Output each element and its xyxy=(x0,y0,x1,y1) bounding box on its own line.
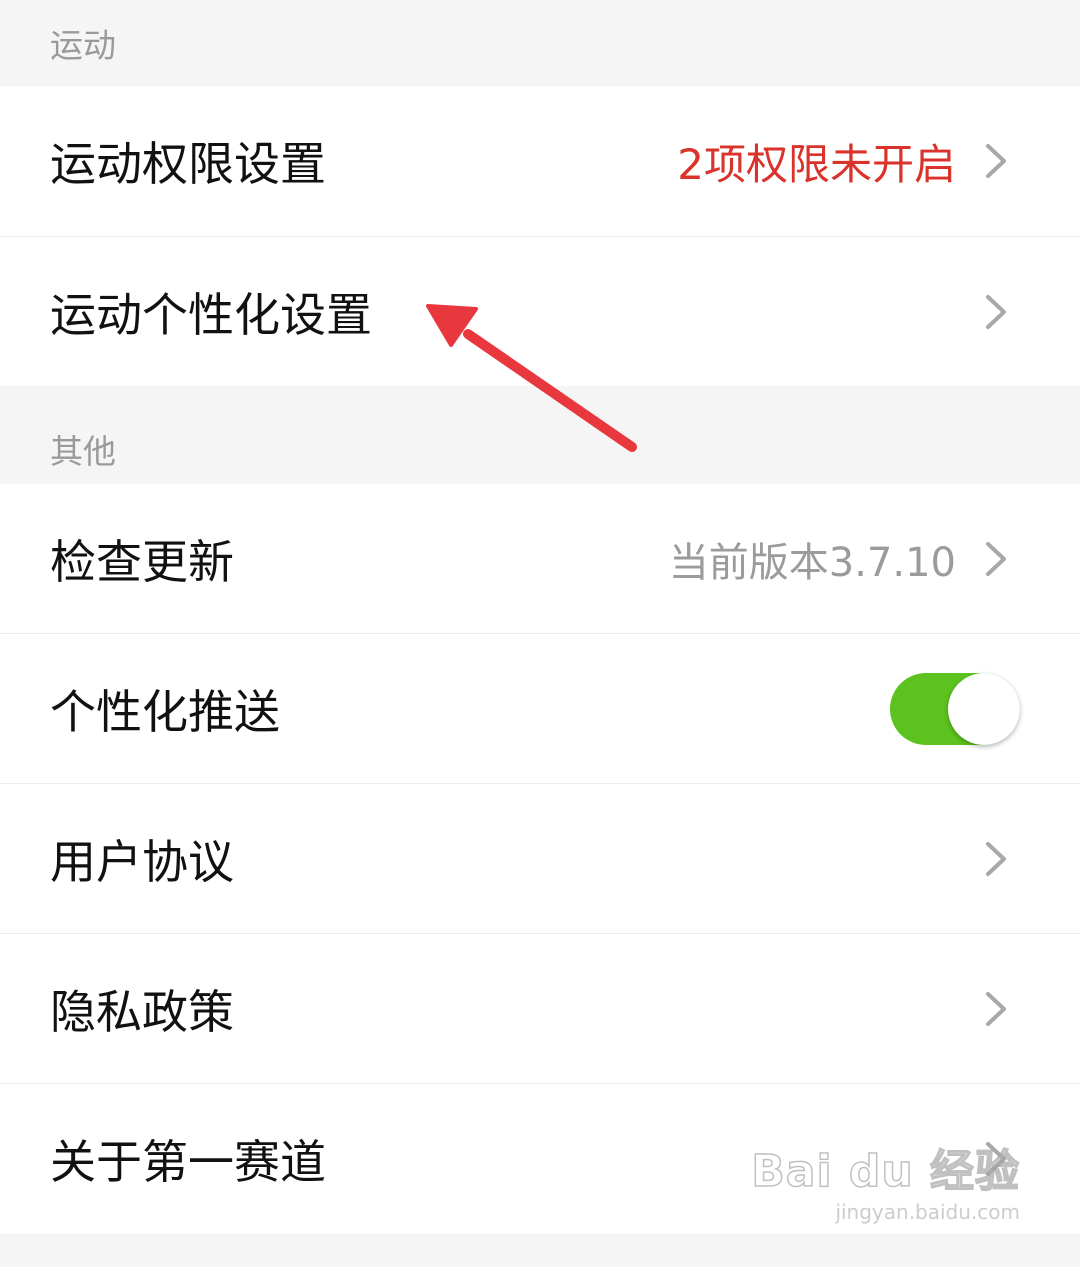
section-title-other: 其他 xyxy=(50,432,116,471)
chevron-right-icon xyxy=(986,144,1006,178)
row-sport-permission[interactable]: 运动权限设置 2项权限未开启 xyxy=(0,86,1080,237)
row-label-user-agreement: 用户协议 xyxy=(50,834,234,889)
chevron-right-icon xyxy=(986,294,1006,329)
section-header-sport: 运动 xyxy=(0,0,1080,86)
row-check-update[interactable]: 检查更新 当前版本3.7.10 xyxy=(0,484,1080,634)
permission-status-text: 2项权限未开启 xyxy=(677,139,956,189)
row-label-sport-personalization: 运动个性化设置 xyxy=(50,287,372,342)
watermark-logo: Bai du 经验 xyxy=(750,1146,1020,1197)
settings-page: 运动 运动权限设置 2项权限未开启 运动个性化设置 其他 检查更新 当前版本3.… xyxy=(0,0,1080,1234)
row-user-agreement[interactable]: 用户协议 xyxy=(0,784,1080,934)
row-label-privacy-policy: 隐私政策 xyxy=(50,984,234,1039)
watermark-url: jingyan.baidu.com xyxy=(835,1200,1020,1224)
section-title-sport: 运动 xyxy=(50,26,116,65)
row-privacy-policy[interactable]: 隐私政策 xyxy=(0,934,1080,1084)
watermark: Bai du 经验 jingyan.baidu.com xyxy=(750,1146,1020,1224)
chevron-right-icon xyxy=(986,991,1006,1026)
toggle-knob xyxy=(948,673,1020,745)
row-sport-personalization[interactable]: 运动个性化设置 xyxy=(0,237,1080,386)
bottom-background xyxy=(0,1239,1080,1267)
personalized-push-toggle[interactable] xyxy=(890,673,1020,745)
row-label-check-update: 检查更新 xyxy=(50,534,234,589)
row-personalized-push: 个性化推送 xyxy=(0,634,1080,784)
row-label-sport-permission: 运动权限设置 xyxy=(50,137,326,191)
current-version-text: 当前版本3.7.10 xyxy=(668,539,956,586)
chevron-right-icon xyxy=(986,541,1006,576)
row-label-personalized-push: 个性化推送 xyxy=(50,684,280,739)
chevron-right-icon xyxy=(986,841,1006,876)
section-header-other: 其他 xyxy=(0,386,1080,484)
